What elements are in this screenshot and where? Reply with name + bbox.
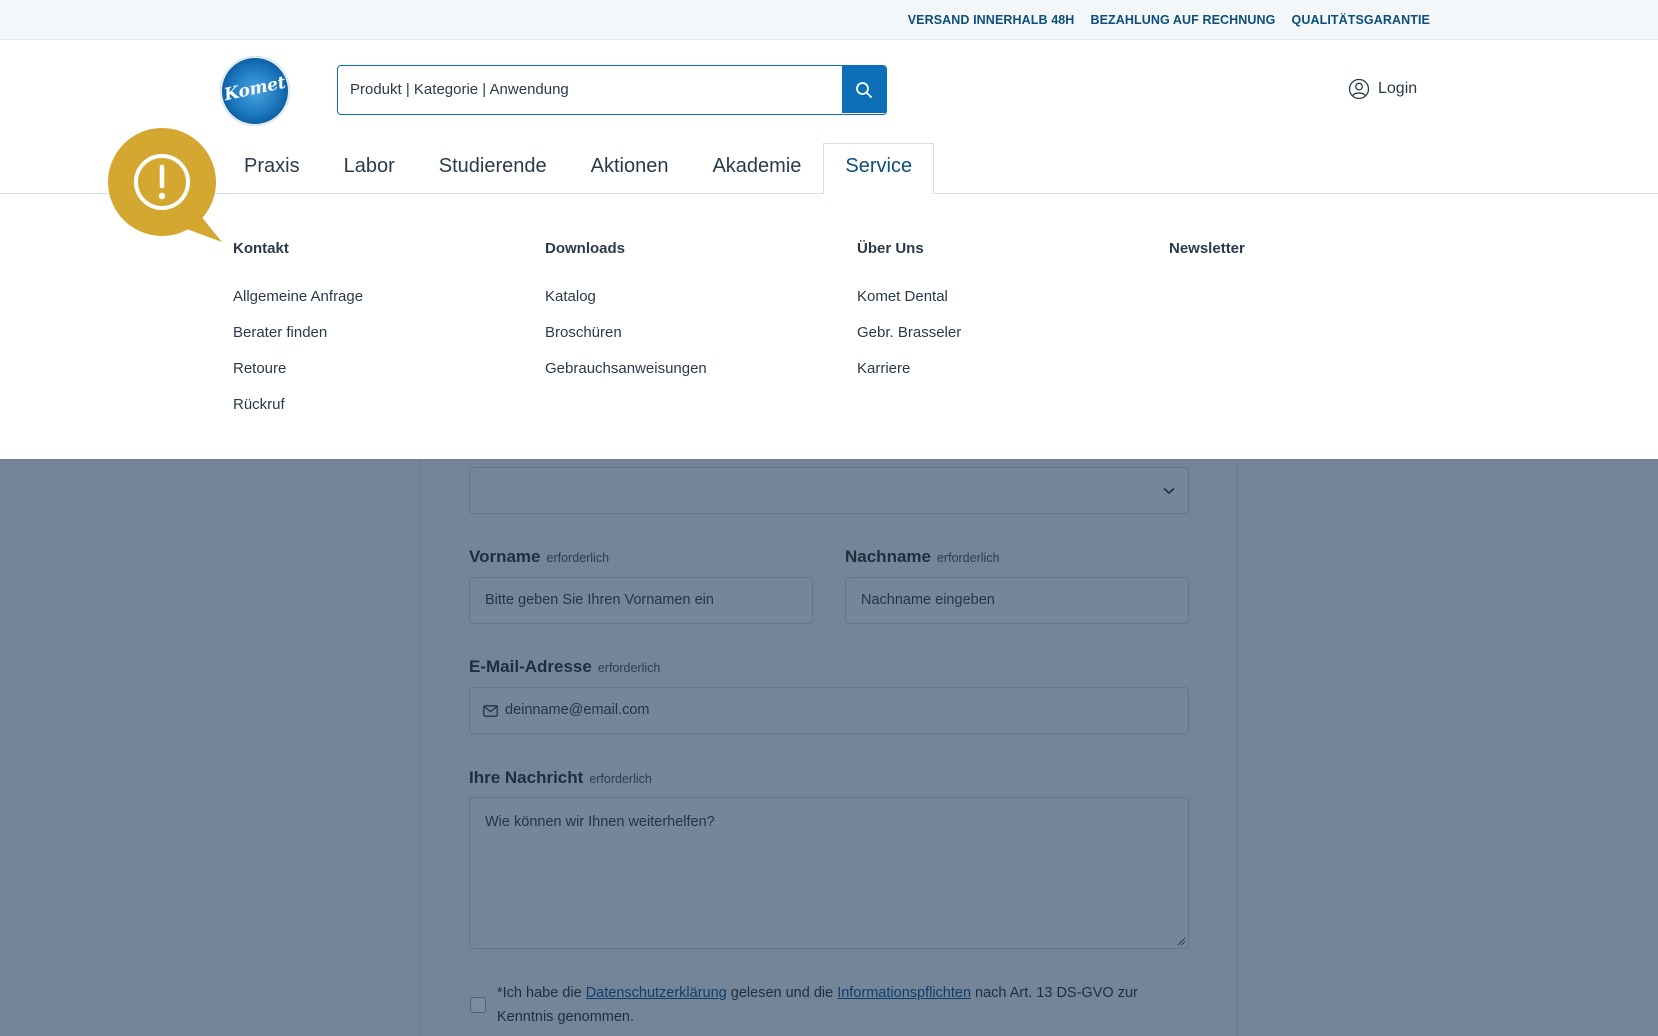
search-icon xyxy=(856,81,872,98)
last-name-label-text: Nachname xyxy=(845,547,931,566)
nav-item-praxis[interactable]: Praxis xyxy=(222,143,322,194)
subject-select[interactable] xyxy=(469,467,1189,514)
main-navigation: Praxis Labor Studierende Aktionen Akadem… xyxy=(222,143,935,195)
required-note: erforderlich xyxy=(546,551,610,565)
user-icon xyxy=(1348,78,1370,100)
menu-link-katalog[interactable]: Katalog xyxy=(545,287,707,323)
top-info-bar: VERSAND INNERHALB 48H BEZAHLUNG AUF RECH… xyxy=(0,0,1658,40)
menu-column-kontakt: Kontakt Allgemeine Anfrage Berater finde… xyxy=(233,240,363,431)
privacy-consent-checkbox[interactable] xyxy=(470,997,486,1013)
first-name-field[interactable]: Bitte geben Sie Ihren Vornamen ein xyxy=(469,577,813,624)
menu-heading-kontakt[interactable]: Kontakt xyxy=(233,240,363,260)
consent-middle: gelesen und die xyxy=(730,985,834,1001)
search-button[interactable] xyxy=(842,66,886,113)
menu-link-gebrauchsanweisungen[interactable]: Gebrauchsanweisungen xyxy=(545,359,707,395)
komet-logo[interactable]: Komet xyxy=(220,56,290,126)
menu-link-berater-finden[interactable]: Berater finden xyxy=(233,323,363,359)
last-name-field[interactable]: Nachname eingeben xyxy=(845,577,1189,624)
menu-heading-ueber-uns[interactable]: Über Uns xyxy=(857,240,961,260)
required-note: erforderlich xyxy=(597,661,661,675)
menu-heading-newsletter[interactable]: Newsletter xyxy=(1169,240,1245,260)
login-button[interactable]: Login xyxy=(1348,78,1417,100)
exclamation-bubble-icon xyxy=(108,128,222,242)
page-overlay: Vorname erforderlich Bitte geben Sie Ihre… xyxy=(0,459,1658,1036)
search-input[interactable] xyxy=(338,66,842,113)
message-placeholder: Wie können wir Ihnen weiterhelfen? xyxy=(485,814,715,830)
usp-shipping-link[interactable]: VERSAND INNERHALB 48H xyxy=(908,13,1075,27)
message-textarea[interactable]: Wie können wir Ihnen weiterhelfen? xyxy=(469,797,1189,949)
privacy-consent-text: *Ich habe die Datenschutzerklärung geles… xyxy=(497,981,1197,1029)
email-label: E-Mail-Adresse erforderlich xyxy=(469,657,660,677)
search-bar xyxy=(337,65,887,115)
menu-link-allgemeine-anfrage[interactable]: Allgemeine Anfrage xyxy=(233,287,363,323)
nav-item-aktionen[interactable]: Aktionen xyxy=(569,143,691,194)
nav-item-service[interactable]: Service xyxy=(823,143,935,195)
site-header: Komet Login Praxis Labor Studierende Akt… xyxy=(0,40,1658,195)
message-label: Ihre Nachricht erforderlich xyxy=(469,768,652,788)
information-obligations-link[interactable]: Informationspflichten xyxy=(837,985,971,1001)
nav-item-studierende[interactable]: Studierende xyxy=(417,143,569,194)
contact-form-card: Vorname erforderlich Bitte geben Sie Ihre… xyxy=(420,459,1238,1036)
menu-column-downloads: Downloads Katalog Broschüren Gebrauchsan… xyxy=(545,240,707,395)
menu-column-ueber-uns: Über Uns Komet Dental Gebr. Brasseler Ka… xyxy=(857,240,961,395)
resize-handle-icon[interactable] xyxy=(1177,937,1186,946)
email-placeholder: deinname@email.com xyxy=(505,702,650,718)
menu-heading-downloads[interactable]: Downloads xyxy=(545,240,707,260)
menu-link-rueckruf[interactable]: Rückruf xyxy=(233,395,363,431)
consent-prefix: *Ich habe die xyxy=(497,985,582,1001)
last-name-placeholder: Nachname eingeben xyxy=(861,592,995,608)
nav-item-labor[interactable]: Labor xyxy=(322,143,417,194)
message-label-text: Ihre Nachricht xyxy=(469,768,584,787)
menu-column-newsletter: Newsletter xyxy=(1169,240,1245,287)
last-name-label: Nachname erforderlich xyxy=(845,547,1000,567)
login-label: Login xyxy=(1378,80,1418,97)
chevron-down-icon xyxy=(1163,487,1175,495)
email-label-text: E-Mail-Adresse xyxy=(469,657,592,676)
privacy-policy-link[interactable]: Datenschutzerklärung xyxy=(586,985,727,1001)
first-name-label: Vorname erforderlich xyxy=(469,547,609,567)
menu-link-komet-dental[interactable]: Komet Dental xyxy=(857,287,961,323)
logo-text: Komet xyxy=(222,72,288,106)
first-name-placeholder: Bitte geben Sie Ihren Vornamen ein xyxy=(485,592,714,608)
first-name-label-text: Vorname xyxy=(469,547,541,566)
menu-link-retoure[interactable]: Retoure xyxy=(233,359,363,395)
menu-link-karriere[interactable]: Karriere xyxy=(857,359,961,395)
menu-link-gebr-brasseler[interactable]: Gebr. Brasseler xyxy=(857,323,961,359)
required-note: erforderlich xyxy=(936,551,1000,565)
menu-link-broschueren[interactable]: Broschüren xyxy=(545,323,707,359)
usp-links: VERSAND INNERHALB 48H BEZAHLUNG AUF RECH… xyxy=(908,13,1430,27)
mail-icon xyxy=(483,705,498,717)
service-mega-menu: Kontakt Allgemeine Anfrage Berater finde… xyxy=(0,194,1658,459)
feedback-button[interactable] xyxy=(108,128,222,242)
nav-item-akademie[interactable]: Akademie xyxy=(690,143,823,194)
required-note: erforderlich xyxy=(589,772,652,786)
email-field[interactable]: deinname@email.com xyxy=(469,687,1189,734)
usp-invoice-link[interactable]: BEZAHLUNG AUF RECHNUNG xyxy=(1090,13,1275,27)
usp-quality-link[interactable]: QUALITÄTSGARANTIE xyxy=(1292,13,1431,27)
